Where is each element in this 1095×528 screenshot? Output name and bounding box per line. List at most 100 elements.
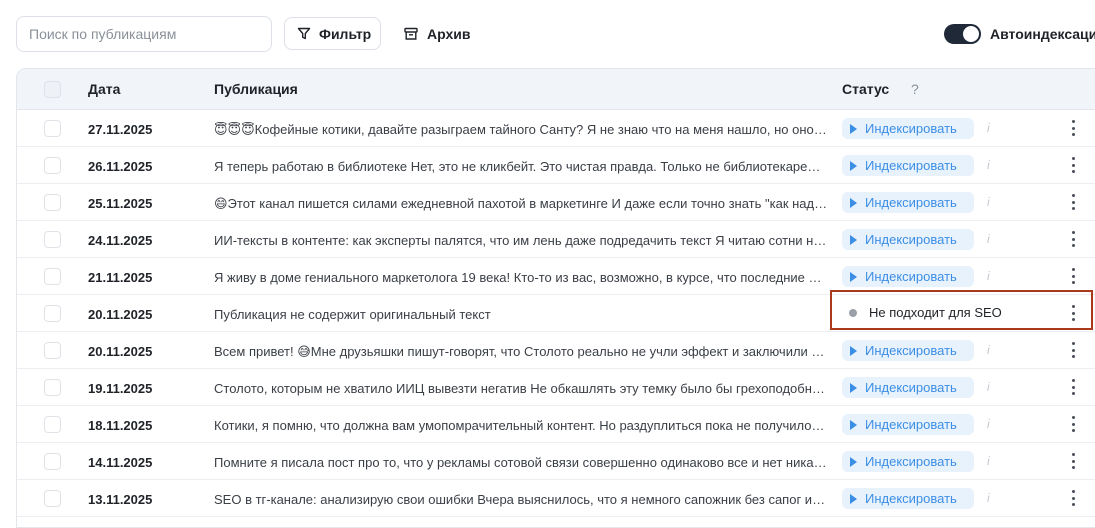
play-icon — [850, 456, 857, 467]
index-button-label: Индексировать — [865, 380, 957, 395]
row-publication[interactable]: 😇😇😇Кофейные котики, давайте разыграем та… — [214, 122, 828, 138]
index-button[interactable]: Индексировать — [842, 229, 974, 250]
more-menu-icon[interactable] — [1067, 453, 1079, 469]
index-button-label: Индексировать — [865, 269, 957, 284]
index-button[interactable]: Индексировать — [842, 414, 974, 435]
row-checkbox[interactable] — [44, 157, 61, 174]
table-row[interactable]: 24.11.2025 ИИ-тексты в контенте: как экс… — [17, 221, 1095, 258]
column-publication: Публикация — [214, 81, 298, 97]
info-icon[interactable]: i — [987, 454, 990, 468]
row-checkbox[interactable] — [44, 231, 61, 248]
play-icon — [850, 160, 857, 171]
more-menu-icon[interactable] — [1067, 490, 1079, 506]
more-menu-icon[interactable] — [1067, 120, 1079, 136]
row-checkbox[interactable] — [44, 120, 61, 137]
table-row[interactable]: 27.11.2025 😇😇😇Кофейные котики, давайте р… — [17, 110, 1095, 147]
more-menu-icon[interactable] — [1067, 416, 1079, 432]
table-row[interactable]: 19.11.2025 Столото, которым не хватило И… — [17, 369, 1095, 406]
play-icon — [850, 493, 857, 504]
status-help-icon[interactable]: ? — [911, 81, 919, 97]
info-icon[interactable]: i — [987, 232, 990, 246]
index-button[interactable]: Индексировать — [842, 377, 974, 398]
index-button-label: Индексировать — [865, 195, 957, 210]
row-checkbox[interactable] — [44, 416, 61, 433]
row-checkbox[interactable] — [44, 268, 61, 285]
row-checkbox[interactable] — [44, 453, 61, 470]
table-row[interactable]: 14.11.2025 Помните я писала пост про то,… — [17, 443, 1095, 480]
row-publication[interactable]: Всем привет! 😅Мне друзьяшки пишут-говоря… — [214, 344, 828, 360]
table-row[interactable]: 20.11.2025 Всем привет! 😅Мне друзьяшки п… — [17, 332, 1095, 369]
row-publication[interactable]: Я теперь работаю в библиотеке Нет, это н… — [214, 159, 828, 174]
index-button[interactable]: Индексировать — [842, 155, 974, 176]
info-icon[interactable]: i — [987, 343, 990, 357]
info-icon[interactable]: i — [987, 195, 990, 209]
info-icon[interactable]: i — [987, 491, 990, 505]
table-row[interactable]: 20.11.2025 Публикация не содержит оригин… — [17, 295, 1095, 332]
row-publication[interactable]: Столото, которым не хватило ИИЦ вывезти … — [214, 381, 828, 396]
select-all-checkbox[interactable] — [44, 81, 61, 98]
row-date: 24.11.2025 — [88, 233, 153, 248]
search-input[interactable] — [16, 16, 272, 52]
toolbar: Фильтр Архив Автоиндексаци — [0, 0, 1095, 68]
index-button[interactable]: Индексировать — [842, 340, 974, 361]
table-row[interactable]: 25.11.2025 😄Этот канал пишется силами еж… — [17, 184, 1095, 221]
table-row[interactable]: 18.11.2025 Котики, я помню, что должна в… — [17, 406, 1095, 443]
index-button-label: Индексировать — [865, 454, 957, 469]
status-text: Не подходит для SEO — [869, 305, 1002, 320]
row-date: 21.11.2025 — [88, 270, 153, 285]
autoindex-toggle[interactable] — [944, 24, 981, 44]
index-button-label: Индексировать — [865, 491, 957, 506]
archive-label: Архив — [427, 25, 471, 42]
archive-icon — [404, 27, 418, 40]
play-icon — [850, 271, 857, 282]
index-button-label: Индексировать — [865, 121, 957, 136]
table-body: 27.11.2025 😇😇😇Кофейные котики, давайте р… — [17, 110, 1095, 517]
info-icon[interactable]: i — [987, 269, 990, 283]
index-button-label: Индексировать — [865, 232, 957, 247]
index-button[interactable]: Индексировать — [842, 118, 974, 139]
info-icon[interactable]: i — [987, 417, 990, 431]
row-checkbox[interactable] — [44, 194, 61, 211]
table-row[interactable]: 26.11.2025 Я теперь работаю в библиотеке… — [17, 147, 1095, 184]
row-publication[interactable]: Помните я писала пост про то, что у рекл… — [214, 455, 828, 470]
row-publication[interactable]: Котики, я помню, что должна вам умопомра… — [214, 418, 828, 433]
column-date[interactable]: Дата — [88, 81, 120, 97]
row-date: 14.11.2025 — [88, 455, 153, 470]
publications-table: Дата Публикация Статус ? 27.11.2025 😇😇😇К… — [16, 68, 1095, 528]
info-icon[interactable]: i — [987, 158, 990, 172]
filter-button[interactable]: Фильтр — [284, 17, 381, 50]
index-button-label: Индексировать — [865, 158, 957, 173]
index-button[interactable]: Индексировать — [842, 266, 974, 287]
more-menu-icon[interactable] — [1067, 194, 1079, 210]
row-checkbox[interactable] — [44, 490, 61, 507]
more-menu-icon[interactable] — [1067, 342, 1079, 358]
row-date: 20.11.2025 — [88, 307, 153, 322]
row-date: 19.11.2025 — [88, 381, 153, 396]
row-publication[interactable]: 😄Этот канал пишется силами ежедневной па… — [214, 196, 828, 212]
toggle-knob — [963, 26, 979, 42]
more-menu-icon[interactable] — [1067, 268, 1079, 284]
filter-icon — [297, 27, 311, 39]
info-icon[interactable]: i — [987, 380, 990, 394]
row-checkbox[interactable] — [44, 305, 61, 322]
row-publication[interactable]: Публикация не содержит оригинальный текс… — [214, 307, 828, 322]
autoindex-label: Автоиндексаци — [990, 26, 1095, 42]
row-publication[interactable]: ИИ-тексты в контенте: как эксперты палят… — [214, 233, 828, 248]
archive-button[interactable]: Архив — [400, 17, 470, 50]
info-icon[interactable]: i — [987, 121, 990, 135]
row-checkbox[interactable] — [44, 342, 61, 359]
column-status: Статус — [842, 81, 890, 97]
table-row[interactable]: 13.11.2025 SEO в тг-канале: анализирую с… — [17, 480, 1095, 517]
more-menu-icon[interactable] — [1067, 157, 1079, 173]
more-menu-icon[interactable] — [1067, 379, 1079, 395]
more-menu-icon[interactable] — [1067, 305, 1079, 321]
table-row[interactable]: 21.11.2025 Я живу в доме гениального мар… — [17, 258, 1095, 295]
play-icon — [850, 197, 857, 208]
index-button[interactable]: Индексировать — [842, 451, 974, 472]
row-publication[interactable]: SEO в тг-канале: анализирую свои ошибки … — [214, 492, 828, 507]
index-button[interactable]: Индексировать — [842, 192, 974, 213]
row-publication[interactable]: Я живу в доме гениального маркетолога 19… — [214, 270, 828, 285]
index-button[interactable]: Индексировать — [842, 488, 974, 509]
more-menu-icon[interactable] — [1067, 231, 1079, 247]
row-checkbox[interactable] — [44, 379, 61, 396]
